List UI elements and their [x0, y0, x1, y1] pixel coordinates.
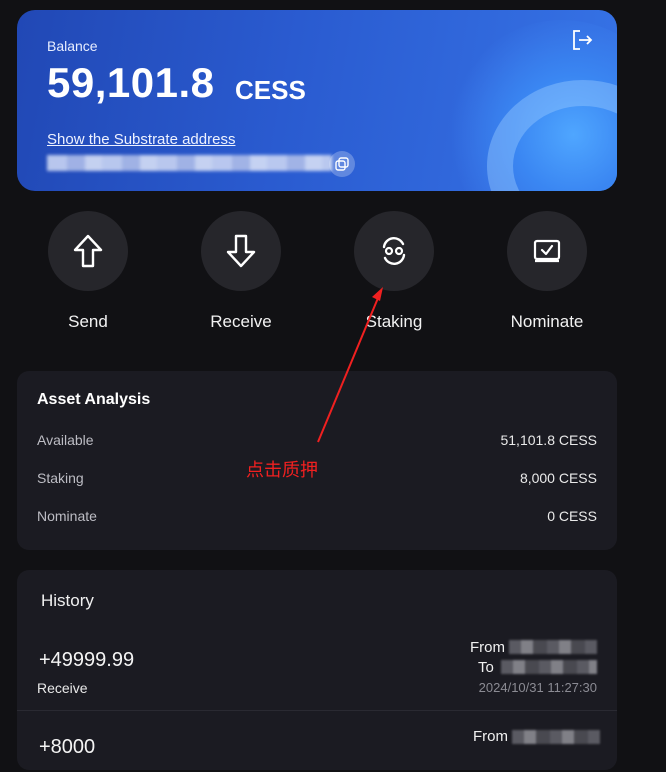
history-title: History — [41, 591, 94, 610]
asset-analysis-title: Asset Analysis — [37, 391, 151, 408]
available-label: Available — [37, 432, 94, 448]
show-substrate-address-link[interactable]: Show the Substrate address — [47, 131, 235, 148]
staking-button[interactable] — [354, 211, 434, 291]
nominate-action[interactable]: Nominate — [507, 211, 587, 332]
receive-label: Receive — [210, 312, 272, 331]
receive-action[interactable]: Receive — [201, 211, 281, 332]
annotation-text: 点击质押 — [246, 460, 318, 480]
staking-row-value: 8,000 CESS — [519, 470, 597, 486]
send-action[interactable]: Send — [48, 211, 128, 332]
tx-from-label: From — [470, 639, 505, 656]
balance-amount: 59,101.8 — [47, 59, 215, 106]
available-row: Available 51,101.8 CESS — [37, 432, 597, 448]
staking-icon — [382, 237, 406, 265]
balance-card: Balance 59,101.8 CESS Show the Substrate… — [17, 10, 617, 191]
nominate-label: Nominate — [510, 312, 584, 331]
tx-type: Receive — [37, 680, 88, 696]
available-value: 51,101.8 CESS — [500, 432, 597, 448]
tx-from-blurred — [512, 730, 600, 744]
tx-to-blurred — [501, 660, 597, 674]
balance-label: Balance — [47, 38, 98, 54]
history-divider — [17, 710, 617, 711]
staking-row-label: Staking — [37, 470, 84, 486]
arrow-up-icon — [73, 234, 103, 268]
tx-from-label: From — [473, 728, 508, 745]
tx-amount: +49999.99 — [39, 649, 135, 671]
send-label: Send — [68, 312, 108, 331]
logout-icon[interactable] — [570, 28, 594, 52]
nominate-icon — [533, 239, 561, 263]
history-item[interactable]: +8000 From — [37, 722, 600, 772]
nominate-row: Nominate 0 CESS — [37, 508, 597, 524]
tx-time: 2024/10/31 11:27:30 — [478, 680, 597, 695]
history-item[interactable]: +49999.99 Receive From To 2024/10/31 11:… — [37, 632, 597, 712]
nominate-row-label: Nominate — [37, 508, 97, 524]
tx-amount: +8000 — [39, 736, 96, 758]
staking-action[interactable]: Staking — [354, 211, 434, 332]
tx-to-label: To — [478, 659, 494, 676]
balance-unit: CESS — [235, 75, 306, 105]
address-blurred — [47, 155, 332, 171]
tx-from-blurred — [509, 640, 597, 654]
arrow-down-icon — [226, 234, 256, 268]
staking-label: Staking — [365, 312, 423, 331]
history-panel: History +49999.99 Receive From To 2024/1… — [17, 570, 617, 770]
receive-button[interactable] — [201, 211, 281, 291]
send-button[interactable] — [48, 211, 128, 291]
nominate-button[interactable] — [507, 211, 587, 291]
copy-icon[interactable] — [329, 151, 355, 177]
nominate-row-value: 0 CESS — [547, 508, 597, 524]
